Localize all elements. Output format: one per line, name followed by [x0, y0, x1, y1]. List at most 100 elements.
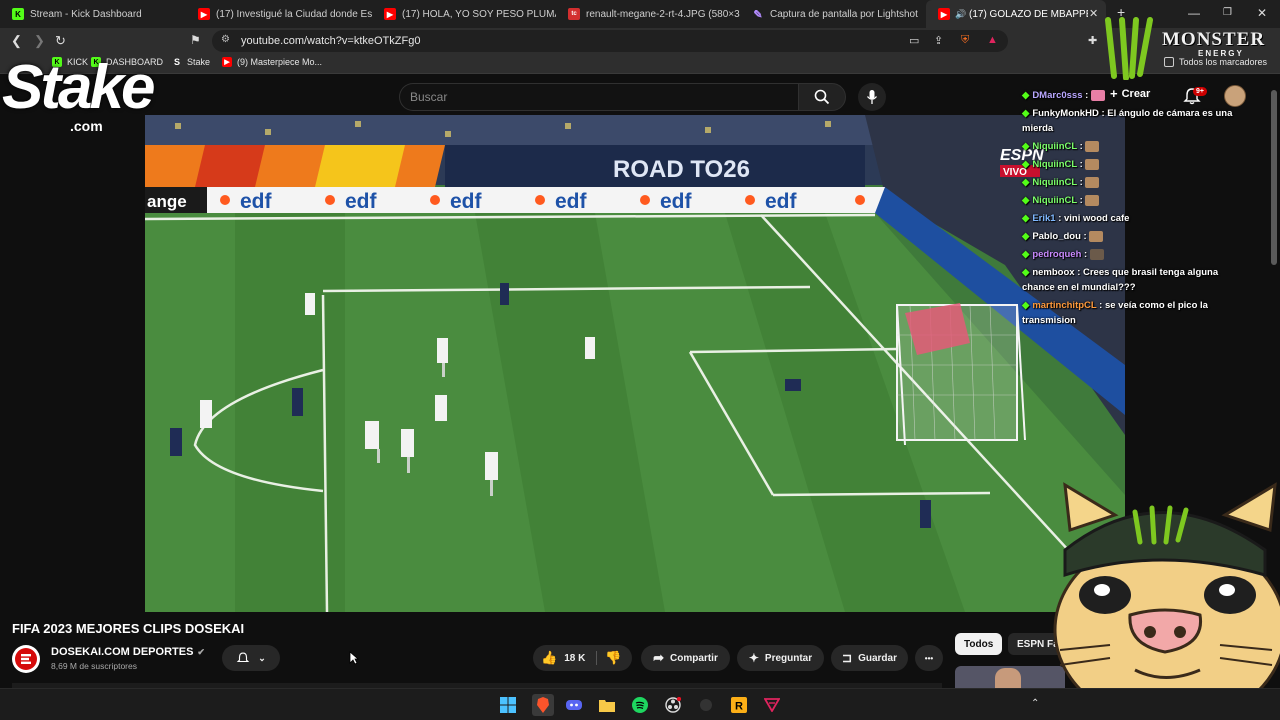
discord-icon[interactable] — [565, 696, 583, 714]
chevron-down-icon: ⌄ — [258, 652, 266, 663]
chat-emote — [1090, 89, 1105, 101]
kick-icon: ◆ — [1022, 177, 1030, 188]
bookmark-masterpiece[interactable]: ▶ (9) Masterpiece Mo... — [222, 57, 322, 67]
bookmark-stake[interactable]: S Stake — [172, 57, 210, 67]
svg-text:R: R — [735, 701, 743, 713]
windows-start-icon[interactable] — [499, 696, 517, 714]
game-launcher-icon[interactable] — [763, 696, 781, 714]
monster-claw-icon — [1105, 17, 1153, 81]
windows-taskbar: R ⌃ — [0, 688, 1280, 720]
search-button[interactable] — [798, 83, 846, 111]
kick-icon: K — [12, 8, 24, 20]
brave-shield-icon[interactable]: ⛨ — [961, 34, 969, 47]
obs-icon[interactable] — [664, 696, 682, 714]
close-tab-icon[interactable]: ✕ — [1089, 7, 1098, 20]
app-icon[interactable] — [697, 696, 715, 714]
youtube-icon: ▶ — [938, 8, 950, 20]
chat-user: pedroqueh — [1032, 249, 1082, 260]
bookmark-label: Stake — [187, 57, 211, 67]
dislike-icon[interactable]: 👎 — [605, 650, 621, 666]
chat-text: : — [1079, 177, 1083, 188]
kick-icon: ◆ — [1022, 108, 1030, 119]
save-button[interactable]: ⊐ Guardar — [831, 645, 908, 671]
page-scrollbar[interactable] — [1271, 90, 1277, 265]
bookmarks-bar: K KICK K DASHBOARD S Stake ▶ (9) Masterp… — [0, 54, 1280, 74]
url-text: youtube.com/watch?v=ktkeOTkZFg0 — [241, 35, 421, 47]
like-count[interactable]: 18 K — [564, 653, 585, 664]
cat-avatar-overlay — [1053, 482, 1280, 720]
tab-lightshot[interactable]: ✎ Captura de pantalla por Lightshot — [740, 0, 924, 28]
ask-label: Preguntar — [764, 652, 813, 664]
chat-message: ◆ martinchitpCL : se veía como el pico la… — [1022, 298, 1248, 328]
kick-icon: ◆ — [1022, 249, 1030, 260]
chat-message: ◆ NiquiinCL : — [1022, 157, 1248, 172]
chat-text: : — [1079, 195, 1083, 206]
chat-emote — [1089, 230, 1104, 242]
bookmark-icon[interactable]: ⚑ — [190, 33, 201, 47]
image-icon: tc — [568, 8, 580, 20]
save-label: Guardar — [858, 652, 897, 664]
video-player[interactable]: ROAD TO26 ange edf edf edf edf edf edf E… — [145, 115, 1125, 612]
ask-button[interactable]: ✦ Preguntar — [737, 645, 824, 671]
chip-todos[interactable]: Todos — [955, 633, 1003, 655]
back-icon[interactable]: ❮ — [11, 33, 22, 49]
chat-user: FunkyMonkHD — [1032, 108, 1099, 119]
chat-user: martinchitpCL — [1032, 300, 1097, 311]
tab-image[interactable]: tc renault-megane-2-rt-4.JPG (580×31 — [556, 0, 740, 28]
ad-board-edf-1: edf — [240, 190, 273, 213]
youtube-icon: ▶ — [384, 8, 396, 20]
tab-youtube-active[interactable]: ▶ 🔊 (17) GOLAZO DE MBAPPÉ Y — [926, 0, 1106, 28]
voice-search-button[interactable] — [858, 83, 886, 111]
address-bar[interactable]: ⚙ youtube.com/watch?v=ktkeOTkZFg0 — [212, 30, 1008, 52]
tab-youtube-2[interactable]: ▶ (17) HOLA, YO SOY PESO PLUMA // I — [372, 0, 556, 28]
rockstar-launcher-icon[interactable]: R — [730, 696, 748, 714]
verified-icon: ✔ — [197, 646, 205, 657]
channel-name[interactable]: DOSEKAI.COM DEPORTES ✔ — [51, 646, 205, 658]
tab-title: (17) Investigué la Ciudad donde Esco — [216, 8, 372, 20]
brave-rewards-icon[interactable]: ▲ — [987, 34, 998, 46]
site-info-icon[interactable]: ⚙ — [221, 34, 230, 45]
like-icon[interactable]: 👍 — [541, 650, 557, 666]
chat-text: : — [1083, 231, 1087, 242]
chat-user: NiquiinCL — [1032, 177, 1077, 188]
channel-avatar[interactable] — [12, 645, 40, 673]
file-explorer-icon[interactable] — [598, 696, 616, 714]
chat-user: nemboox — [1032, 267, 1075, 278]
brave-browser-icon[interactable] — [532, 694, 554, 716]
chat-user: NiquiinCL — [1032, 195, 1077, 206]
share-icon[interactable]: ⇪ — [934, 34, 943, 47]
tab-title: renault-megane-2-rt-4.JPG (580×31 — [586, 8, 740, 20]
subscribe-bell-button[interactable]: ⌄ — [222, 645, 280, 671]
search-input[interactable]: Buscar — [399, 83, 799, 111]
video-title: FIFA 2023 MEJORES CLIPS DOSEKAI — [12, 621, 245, 636]
kick-icon: ◆ — [1022, 141, 1030, 152]
chat-message: ◆ Pablo_dou : — [1022, 229, 1248, 244]
stake-logo-overlay: Stake .com — [2, 52, 177, 140]
chat-message: ◆ FunkyMonkHD : El ángulo de cámara es un… — [1022, 106, 1248, 136]
search-placeholder: Buscar — [410, 90, 448, 104]
kick-icon: ◆ — [1022, 231, 1030, 242]
bookmark-label: (9) Masterpiece Mo... — [237, 57, 323, 67]
share-button[interactable]: ➦ Compartir — [641, 645, 730, 671]
ad-board-edf-4: edf — [555, 190, 588, 213]
chat-text: : — [1084, 249, 1088, 260]
tab-youtube-1[interactable]: ▶ (17) Investigué la Ciudad donde Esco — [186, 0, 372, 28]
speaker-icon[interactable]: 🔊 — [955, 8, 966, 20]
monster-sub-text: ENERGY — [1198, 49, 1244, 58]
chat-emote — [1089, 248, 1104, 260]
like-dislike-group: 👍 18 K 👎 — [533, 645, 632, 671]
save-icon: ⊐ — [842, 651, 853, 665]
cast-icon[interactable]: ▭ — [909, 34, 919, 47]
forward-icon[interactable]: ❯ — [34, 33, 45, 49]
chat-text: : — [1085, 90, 1089, 101]
system-tray-chevron-icon[interactable]: ⌃ — [1031, 698, 1039, 709]
microphone-icon — [866, 90, 878, 104]
spotify-icon[interactable] — [631, 696, 649, 714]
tab-title: Stream - Kick Dashboard — [30, 8, 142, 20]
extensions-icon[interactable]: ✚ — [1088, 34, 1097, 47]
reload-icon[interactable]: ↻ — [55, 33, 66, 49]
tab-kick-dashboard[interactable]: K Stream - Kick Dashboard — [0, 0, 186, 28]
chat-text: : vini wood cafe — [1058, 213, 1130, 224]
more-actions-button[interactable]: ••• — [915, 645, 943, 671]
tab-title: Captura de pantalla por Lightshot — [770, 8, 918, 20]
